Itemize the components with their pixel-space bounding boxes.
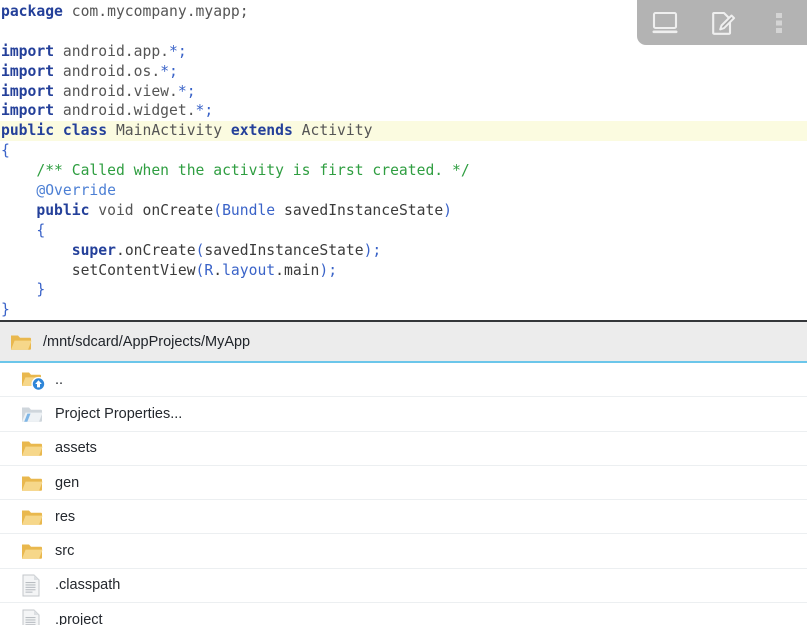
more-options-button[interactable] bbox=[750, 0, 807, 45]
folder-properties-icon bbox=[21, 403, 43, 425]
file-row[interactable]: .project bbox=[0, 603, 807, 625]
file-name: res bbox=[55, 508, 76, 525]
file-row[interactable]: src bbox=[0, 534, 807, 569]
file-icon bbox=[21, 609, 43, 625]
code-line: import android.widget.*; bbox=[1, 102, 214, 120]
folder-icon bbox=[21, 472, 43, 494]
floating-toolbar bbox=[637, 0, 807, 45]
folder-up-icon bbox=[21, 369, 46, 391]
file-name: .project bbox=[55, 611, 103, 625]
code-line: { bbox=[36, 221, 46, 239]
overflow-menu-icon bbox=[775, 10, 783, 36]
code-line: import android.os.*; bbox=[1, 62, 178, 80]
code-line: /** Called when the activity is first cr… bbox=[36, 162, 470, 180]
file-name: assets bbox=[55, 440, 97, 457]
file-name: gen bbox=[55, 474, 80, 491]
path-bar[interactable]: /mnt/sdcard/AppProjects/MyApp bbox=[0, 322, 807, 363]
edit-file-button[interactable] bbox=[694, 0, 751, 45]
code-line: import android.view.*; bbox=[1, 82, 196, 100]
file-name: .. bbox=[55, 371, 64, 388]
file-row[interactable]: gen bbox=[0, 465, 807, 501]
code-line: super.onCreate(savedInstanceState); bbox=[71, 241, 382, 259]
file-list[interactable]: .. Project Properties... assets gen res src .c… bbox=[0, 363, 807, 625]
file-name: .classpath bbox=[55, 577, 121, 594]
code-line: } bbox=[36, 281, 46, 299]
run-button[interactable] bbox=[637, 0, 694, 45]
code-line: @Override bbox=[36, 182, 116, 200]
folder-icon bbox=[21, 437, 43, 459]
file-row[interactable]: res bbox=[0, 500, 807, 535]
file-name: src bbox=[55, 543, 75, 560]
file-browser: /mnt/sdcard/AppProjects/MyApp .. Project … bbox=[0, 320, 807, 625]
file-row[interactable]: .classpath bbox=[0, 568, 807, 604]
monitor-icon bbox=[650, 10, 680, 36]
code-line: setContentView(R.layout.main); bbox=[71, 261, 338, 279]
file-row[interactable]: assets bbox=[0, 431, 807, 466]
folder-icon bbox=[10, 331, 32, 353]
file-row[interactable]: .. bbox=[0, 363, 807, 398]
code-editor[interactable]: package com.mycompany.myapp; import andr… bbox=[0, 0, 807, 320]
code-line: public void onCreate(Bundle savedInstanc… bbox=[36, 201, 453, 219]
file-row[interactable]: Project Properties... bbox=[0, 397, 807, 432]
folder-icon bbox=[21, 540, 43, 562]
code-line: { bbox=[1, 142, 10, 160]
current-path: /mnt/sdcard/AppProjects/MyApp bbox=[43, 333, 251, 350]
file-name: Project Properties... bbox=[55, 405, 183, 422]
code-line: public class MainActivity extends Activi… bbox=[0, 121, 807, 142]
file-icon bbox=[21, 574, 43, 597]
code-line: } bbox=[1, 301, 10, 319]
folder-icon bbox=[21, 506, 43, 528]
file-edit-icon bbox=[708, 9, 736, 37]
